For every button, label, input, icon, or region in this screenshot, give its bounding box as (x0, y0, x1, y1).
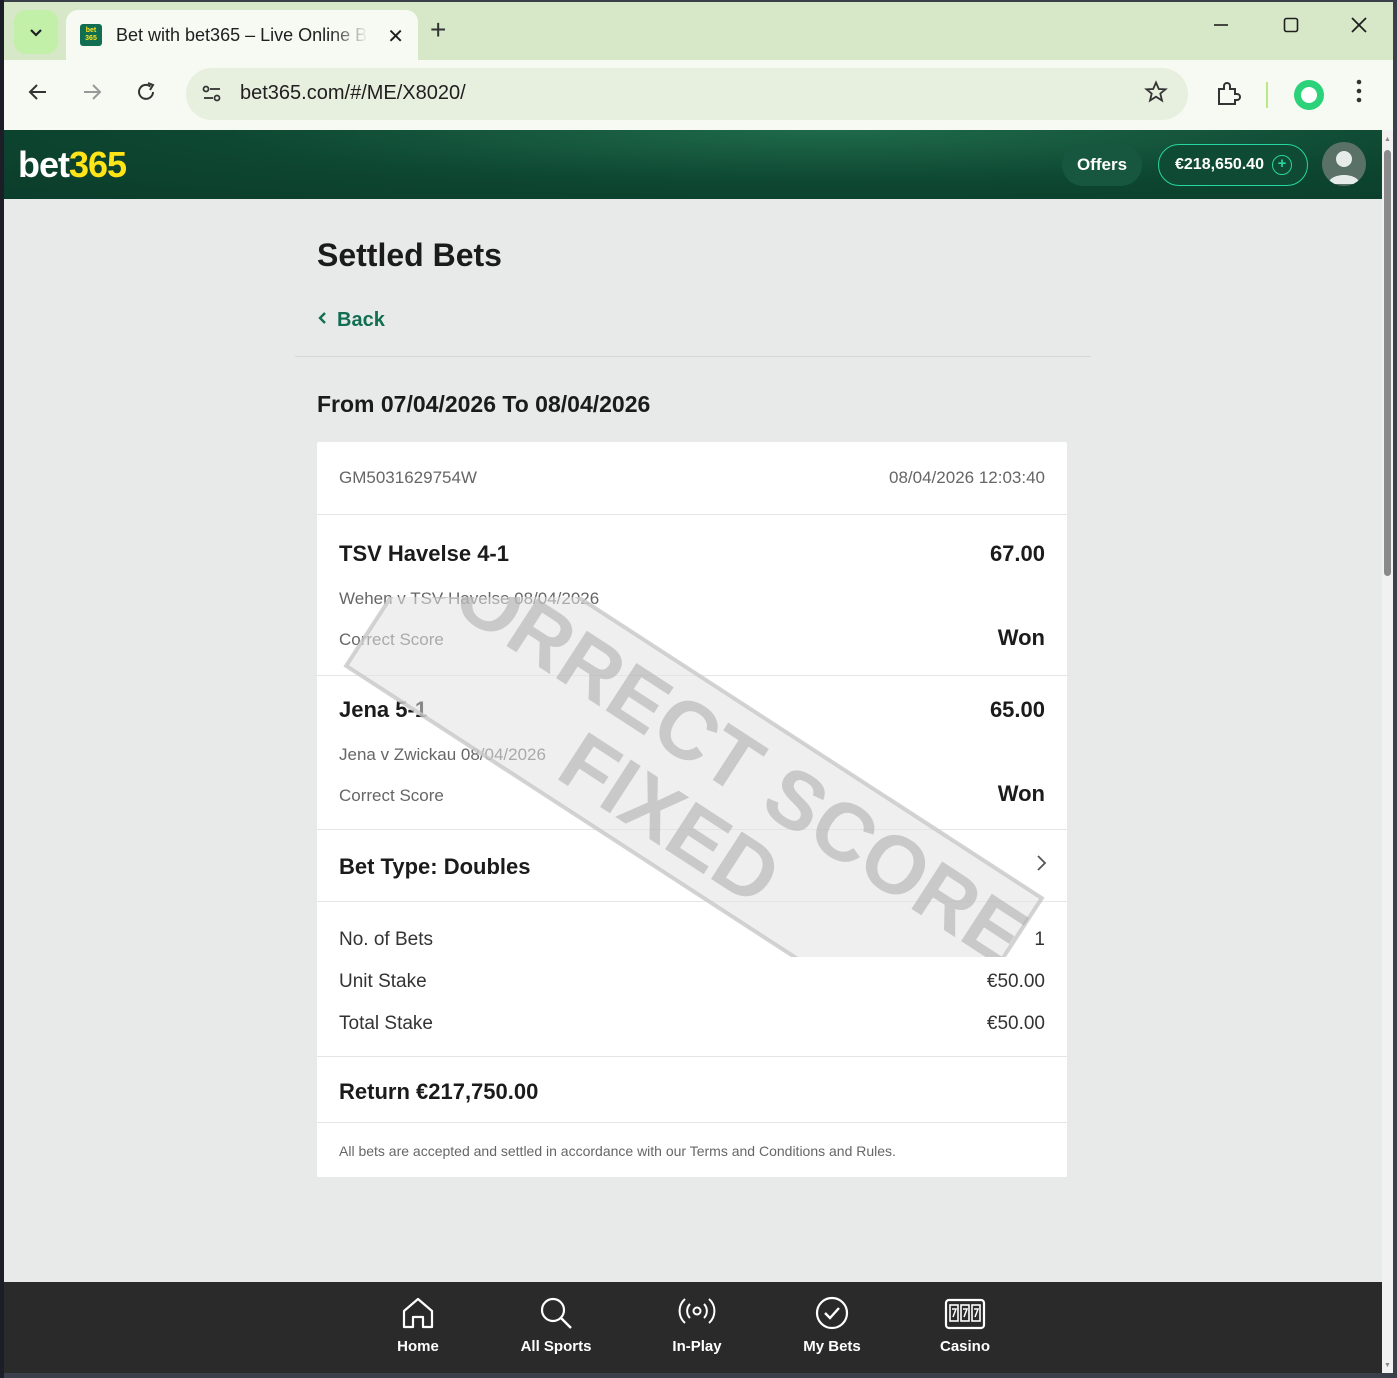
selection-odds: 67.00 (989, 541, 1045, 566)
new-tab-icon[interactable]: + (430, 14, 446, 46)
nav-label: All Sports (520, 1338, 592, 1355)
close-tab-icon[interactable]: ✕ (387, 24, 404, 49)
extensions-puzzle-icon[interactable] (1214, 80, 1242, 113)
scroll-down-icon[interactable]: ▼ (1384, 1362, 1391, 1369)
nav-label: Casino (939, 1338, 990, 1355)
bet-type-label: Bet Type: Doubles (339, 854, 531, 879)
nav-in-play[interactable]: In-Play (642, 1294, 752, 1355)
bet-header-row: GM5031629754W 08/04/2026 12:03:40 (317, 442, 1067, 515)
forward-arrow-icon[interactable] (80, 80, 104, 111)
browser-tab-active[interactable]: bet365 Bet with bet365 – Live Online Bet… (66, 10, 418, 60)
chevron-left-icon (317, 311, 327, 330)
selection-row: Jena 5-1 65.00 Jena v Zwickau 08/04/2026… (317, 676, 1067, 830)
return-row: Return €217,750.00 (317, 1057, 1067, 1123)
minimize-icon[interactable] (1212, 16, 1230, 40)
return-amount: Return €217,750.00 (339, 1079, 539, 1104)
bottom-navigation: Home All Sports In-Play My Bets Casino (4, 1282, 1382, 1373)
terms-row: All bets are accepted and settled in acc… (317, 1123, 1067, 1177)
bet-reference: GM5031629754W (339, 468, 477, 487)
browser-toolbar: bet365.com/#/ME/X8020/ (4, 60, 1393, 130)
scroll-thumb[interactable] (1384, 150, 1391, 576)
nav-my-bets[interactable]: My Bets (777, 1294, 887, 1355)
page-title: Settled Bets (317, 237, 502, 273)
home-icon (402, 1297, 434, 1329)
offers-button[interactable]: Offers (1062, 144, 1142, 186)
scroll-up-icon[interactable]: ▲ (1384, 136, 1391, 143)
check-circle-icon (815, 1296, 849, 1330)
selection-result: Won (997, 781, 1045, 806)
nav-label: Home (397, 1338, 439, 1355)
search-icon (540, 1297, 572, 1329)
detail-label: Unit Stake (339, 971, 427, 992)
detail-value: €50.00 (986, 971, 1045, 992)
nav-label: My Bets (803, 1338, 861, 1355)
chevron-right-icon (1035, 852, 1047, 878)
close-window-icon[interactable] (1350, 16, 1368, 40)
reload-icon[interactable] (134, 80, 158, 111)
bet-type-row[interactable]: Bet Type: Doubles (317, 830, 1067, 902)
balance-button[interactable]: €218,650.40 + (1158, 144, 1308, 186)
user-avatar-icon[interactable] (1322, 142, 1366, 186)
browser-menu-icon[interactable] (1354, 78, 1364, 111)
selection-market: Correct Score (339, 786, 444, 805)
bet-datetime: 08/04/2026 12:03:40 (889, 468, 1045, 487)
section-divider (295, 356, 1091, 357)
tab-search-button[interactable] (14, 10, 58, 54)
back-link[interactable]: Back (317, 309, 385, 332)
nav-all-sports[interactable]: All Sports (501, 1294, 611, 1355)
back-label: Back (337, 309, 385, 331)
selection-event: Wehen v TSV Havelse 08/04/2026 (339, 589, 600, 608)
toolbar-separator (1266, 82, 1268, 108)
detail-label: Total Stake (339, 1013, 433, 1034)
site-settings-icon[interactable] (200, 82, 224, 106)
selection-name: Jena 5-1 (339, 697, 428, 722)
nav-home[interactable]: Home (363, 1294, 473, 1355)
main-content: Settled Bets Back From 07/04/2026 To 08/… (4, 199, 1382, 1282)
deposit-plus-icon: + (1271, 155, 1292, 175)
selection-event: Jena v Zwickau 08/04/2026 (339, 745, 546, 764)
maximize-icon[interactable] (1282, 16, 1300, 40)
selection-name: TSV Havelse 4-1 (339, 541, 509, 566)
settled-bet-card: GM5031629754W 08/04/2026 12:03:40 TSV Ha… (317, 442, 1067, 1177)
slot-machine-icon (944, 1298, 986, 1330)
balance-amount: €218,650.40 (1175, 156, 1264, 173)
nav-casino[interactable]: Casino (910, 1294, 1020, 1355)
selection-market: Correct Score (339, 630, 444, 649)
site-header: bet365 Offers €218,650.40 + (4, 130, 1382, 199)
detail-value: €50.00 (986, 1013, 1045, 1034)
date-range: From 07/04/2026 To 08/04/2026 (317, 391, 651, 417)
selection-result: Won (997, 625, 1045, 650)
stake-details: No. of Bets 1 Unit Stake €50.00 Total St… (317, 902, 1067, 1057)
chevron-down-icon (30, 29, 42, 37)
bet365-favicon-icon: bet 365 (80, 24, 102, 46)
bookmark-star-icon[interactable] (1144, 80, 1168, 111)
tab-title: Bet with bet365 – Live Online Betting (116, 24, 368, 45)
page-scrollbar[interactable]: ▲ ▼ (1382, 130, 1393, 1373)
address-bar[interactable]: bet365.com/#/ME/X8020/ (186, 68, 1188, 120)
selection-row: TSV Havelse 4-1 67.00 Wehen v TSV Havels… (317, 515, 1067, 676)
broadcast-icon (678, 1298, 716, 1324)
nav-label: In-Play (672, 1338, 722, 1355)
detail-value: 1 (1034, 929, 1045, 950)
url-text: bet365.com/#/ME/X8020/ (240, 82, 466, 104)
browser-profile-icon[interactable] (1294, 80, 1324, 110)
selection-odds: 65.00 (989, 697, 1045, 722)
browser-tab-bar: bet365 Bet with bet365 – Live Online Bet… (4, 2, 1393, 60)
terms-text: All bets are accepted and settled in acc… (339, 1143, 896, 1159)
detail-label: No. of Bets (339, 929, 433, 950)
back-arrow-icon[interactable] (26, 80, 50, 111)
bet365-logo[interactable]: bet365 (18, 144, 127, 186)
